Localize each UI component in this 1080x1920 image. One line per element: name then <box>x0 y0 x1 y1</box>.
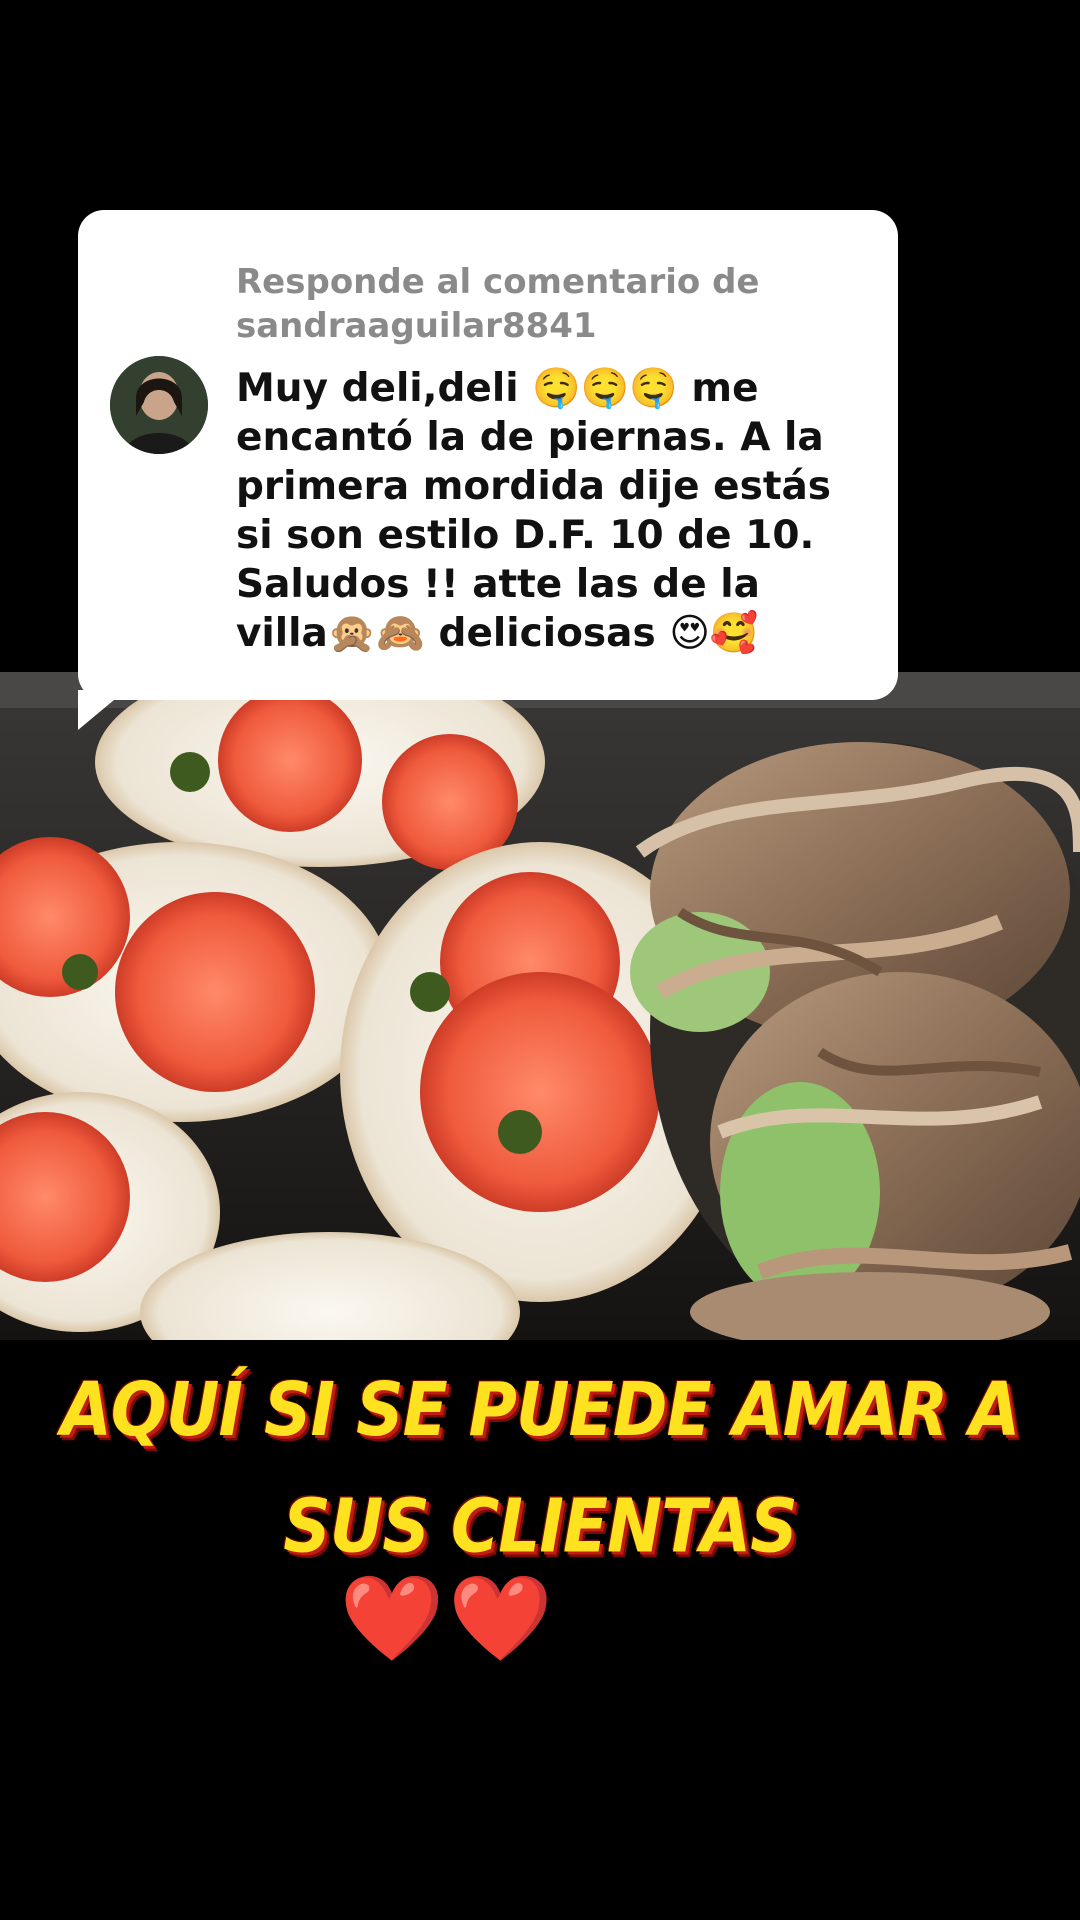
comment-line: encantó la de piernas. A la <box>236 415 824 460</box>
reply-username[interactable]: sandraaguilar8841 <box>236 304 858 348</box>
reply-header: Responde al comentario de sandraaguilar8… <box>236 260 858 348</box>
comment-line: villa🙊🙈 deliciosas 😍🥰 <box>236 611 759 656</box>
comment-text: Muy deli,deli 🤤🤤🤤 me encantó la de piern… <box>236 364 858 658</box>
reply-header-prefix: Responde al comentario de <box>236 262 760 302</box>
caption-emojis: ❤️❤️😍😍 <box>339 1569 741 1667</box>
reply-comment-card[interactable]: Responde al comentario de sandraaguilar8… <box>78 210 898 700</box>
comment-line: Muy deli,deli 🤤🤤🤤 me <box>236 366 759 411</box>
comment-line: si son estilo D.F. 10 de 10. <box>236 513 815 558</box>
caption-line-1: AQUÍ SI SE PUEDE AMAR A <box>60 1366 1021 1453</box>
comment-line: Saludos !! atte las de la <box>236 562 760 607</box>
video-caption: AQUÍ SI SE PUEDE AMAR A SUS CLIENTAS <box>0 1352 1080 1585</box>
comment-line: primera mordida dije estás <box>236 464 832 509</box>
food-photo <box>0 672 1080 1340</box>
griddle-scene <box>0 672 1080 1340</box>
commenter-avatar[interactable] <box>110 356 208 454</box>
